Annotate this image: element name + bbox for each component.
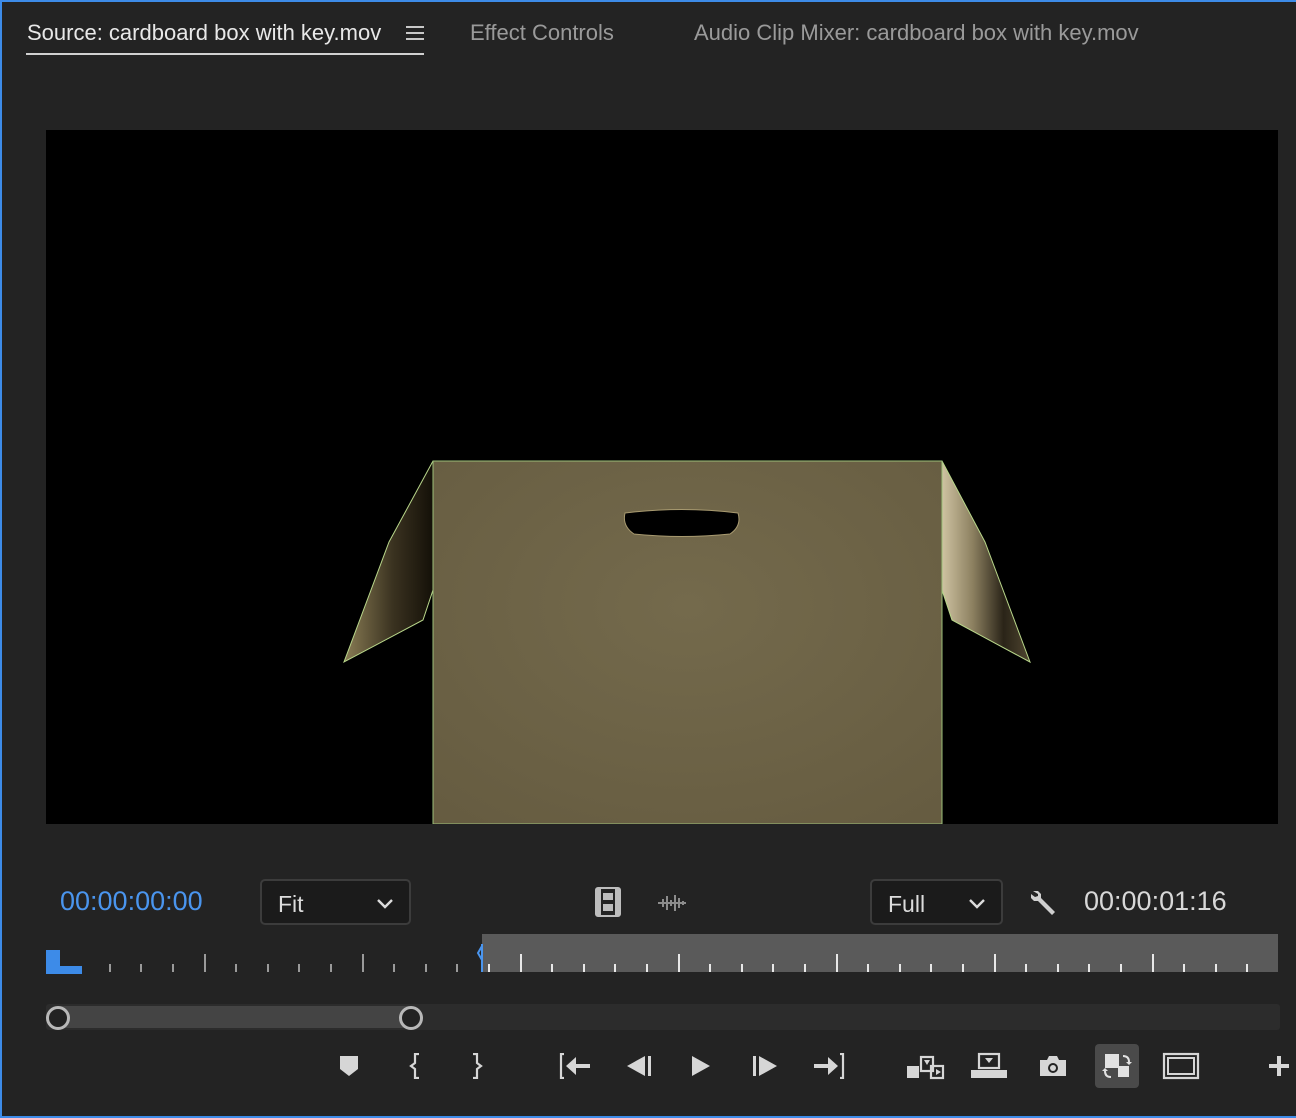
wrench-icon[interactable] — [1028, 886, 1060, 918]
zoom-handle-right[interactable] — [399, 1006, 423, 1030]
play-button[interactable] — [679, 1044, 723, 1088]
safe-margins-icon — [1162, 1052, 1200, 1080]
panel-tab-bar: Source: cardboard box with key.mov Effec… — [2, 2, 1296, 68]
toggle-proxies-icon — [1102, 1054, 1132, 1078]
go-to-in-button[interactable] — [553, 1044, 597, 1088]
step-back-icon — [627, 1056, 651, 1076]
tab-effect-controls[interactable]: Effect Controls — [470, 20, 614, 46]
hamburger-menu-icon[interactable] — [406, 24, 426, 44]
mark-in-icon — [409, 1053, 419, 1079]
time-ruler[interactable] — [46, 934, 1278, 974]
safe-margins-button[interactable] — [1159, 1044, 1203, 1088]
step-forward-button[interactable] — [743, 1044, 787, 1088]
go-to-out-icon — [814, 1053, 845, 1079]
active-tab-indicator — [26, 53, 424, 55]
overwrite-button[interactable] — [967, 1044, 1011, 1088]
current-timecode[interactable]: 00:00:00:00 — [60, 886, 203, 917]
drag-audio-only-icon[interactable] — [656, 890, 688, 916]
zoom-level-value: Fit — [278, 891, 304, 917]
add-button[interactable] — [1260, 1044, 1296, 1088]
drag-video-only-icon[interactable] — [594, 886, 622, 918]
marker-icon — [340, 1056, 358, 1076]
playhead-icon — [46, 950, 82, 974]
source-monitor-panel: Source: cardboard box with key.mov Effec… — [0, 0, 1296, 1118]
play-icon — [692, 1056, 710, 1076]
toggle-proxies-button[interactable] — [1095, 1044, 1139, 1088]
insert-icon — [907, 1055, 945, 1080]
chevron-down-icon — [377, 899, 393, 909]
mark-out-button[interactable] — [453, 1044, 497, 1088]
plus-icon — [1269, 1056, 1289, 1076]
add-marker-button[interactable] — [327, 1044, 371, 1088]
duration-timecode: 00:00:01:16 — [1084, 886, 1227, 916]
insert-button[interactable] — [903, 1044, 947, 1088]
ruler-ticks — [46, 944, 1248, 974]
step-back-button[interactable] — [617, 1044, 661, 1088]
mark-out-icon — [473, 1053, 483, 1079]
timeline-zoom-scrollbar[interactable] — [46, 1004, 1280, 1030]
zoom-level-select[interactable]: Fit — [260, 879, 411, 925]
overwrite-icon — [971, 1052, 1007, 1078]
step-forward-icon — [753, 1056, 777, 1076]
zoom-handle-left[interactable] — [46, 1006, 70, 1030]
tab-audio-clip-mixer[interactable]: Audio Clip Mixer: cardboard box with key… — [694, 20, 1139, 46]
go-to-in-icon — [559, 1053, 590, 1079]
camera-icon — [1040, 1056, 1066, 1076]
tab-source[interactable]: Source: cardboard box with key.mov — [27, 20, 381, 46]
mark-in-button[interactable] — [395, 1044, 439, 1088]
zoom-scrollbar-thumb[interactable] — [58, 1006, 412, 1028]
cardboard-box-image — [343, 460, 1031, 824]
playback-resolution-select[interactable]: Full — [870, 879, 1003, 925]
go-to-out-button[interactable] — [807, 1044, 851, 1088]
export-frame-button[interactable] — [1031, 1044, 1075, 1088]
playback-resolution-value: Full — [888, 891, 926, 917]
chevron-down-icon — [969, 899, 985, 909]
video-preview[interactable] — [46, 130, 1278, 824]
